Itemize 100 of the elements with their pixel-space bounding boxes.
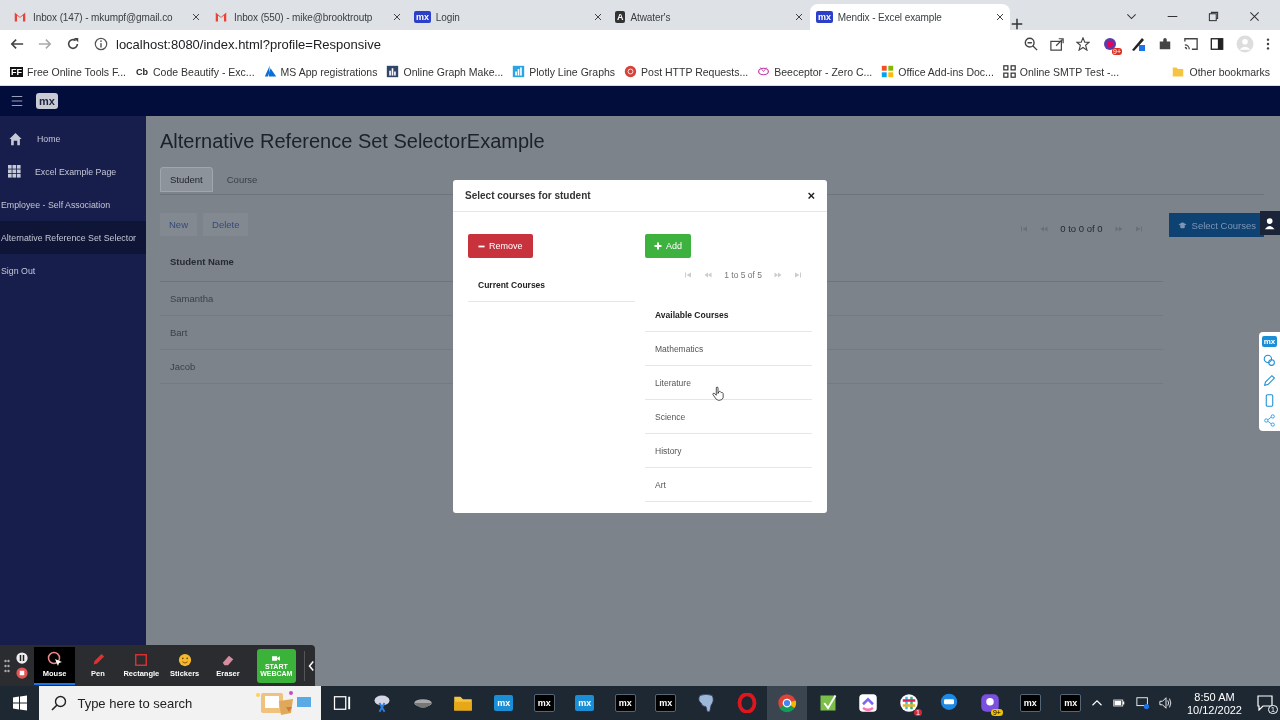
eraser-icon (220, 653, 235, 667)
taskbar-app[interactable]: mx (564, 686, 605, 720)
reload-icon[interactable] (66, 37, 80, 51)
pencil-icon[interactable] (1263, 374, 1276, 387)
close-icon[interactable] (393, 13, 401, 21)
stop-icon[interactable] (16, 667, 28, 679)
back-icon[interactable] (10, 37, 24, 51)
pen-extension-icon[interactable] (1130, 36, 1146, 52)
new-tab-icon[interactable] (1011, 18, 1023, 30)
page-tab[interactable]: Student (160, 167, 213, 192)
taskbar-app[interactable] (766, 686, 808, 720)
close-icon[interactable] (594, 13, 602, 21)
drag-handle-icon[interactable] (4, 658, 10, 673)
bookmark[interactable]: MS App registrations (263, 65, 378, 78)
battery-icon[interactable] (1110, 697, 1127, 709)
list-item[interactable]: Mathematics (645, 332, 812, 366)
first-page-icon (684, 271, 693, 279)
close-icon[interactable] (1249, 10, 1260, 22)
list-item[interactable]: History (645, 434, 812, 468)
bookmark[interactable]: Post HTTP Requests... (624, 65, 749, 78)
app-logo: mx (1019, 694, 1041, 712)
list-item[interactable]: Science (645, 400, 812, 434)
chat-icon[interactable] (1263, 354, 1276, 367)
last-page-icon (794, 271, 802, 279)
plus-icon (654, 242, 662, 250)
bookmark[interactable]: Online Graph Make... (386, 65, 504, 78)
app-icon (979, 693, 1000, 713)
address-bar[interactable]: localhost:8080/index.html?profile=Responsive (116, 36, 381, 52)
browser-tab[interactable]: mx Login (408, 4, 608, 30)
side-panel-icon[interactable] (1210, 37, 1224, 51)
puzzle-icon[interactable] (1158, 37, 1172, 51)
close-icon[interactable] (192, 13, 200, 21)
sidebar-item[interactable]: Employee - Self Association (0, 188, 146, 221)
close-icon[interactable] (996, 13, 1004, 21)
app-logo: mx (1060, 694, 1082, 712)
bookmark[interactable]: Online SMTP Test -... (1002, 65, 1120, 78)
pause-icon[interactable] (16, 652, 28, 664)
sidebar-item[interactable]: Alternative Reference Set Selector (0, 221, 146, 254)
taskbar-app[interactable]: mx (1009, 686, 1051, 720)
network-icon[interactable] (1134, 696, 1151, 710)
mail-icon (213, 11, 229, 23)
taskbar-app[interactable]: mx (1050, 686, 1091, 720)
bookmark[interactable]: Cb Code Beautify - Exc... (135, 65, 255, 78)
taskbar-app[interactable]: mx (523, 686, 565, 720)
volume-icon[interactable] (1158, 696, 1173, 710)
search-icon (51, 695, 68, 711)
task-view-icon (331, 693, 352, 713)
home-icon (8, 131, 23, 146)
phone-icon[interactable] (1263, 394, 1276, 407)
app-logo: mx (494, 695, 514, 711)
user-icon[interactable] (1263, 216, 1277, 230)
pen-icon (91, 653, 105, 667)
taskbar-app[interactable]: mx (604, 686, 646, 720)
close-icon[interactable] (795, 13, 803, 21)
star-icon[interactable] (1076, 37, 1090, 51)
list-item[interactable]: Art (645, 468, 812, 502)
app-logo: mx (575, 695, 595, 711)
sidebar-item[interactable]: Sign Out (0, 254, 146, 287)
remove-button[interactable]: Remove (468, 234, 533, 258)
search-field[interactable]: Type here to search (39, 686, 322, 720)
sidebar-item[interactable]: Excel Example Page (0, 155, 146, 188)
mail-icon (12, 11, 28, 23)
share-icon[interactable] (1050, 37, 1064, 51)
globe-icon (624, 65, 638, 78)
browser-tab[interactable]: mx Mendix - Excel example (810, 4, 1010, 30)
bookmark[interactable]: Office Add-ins Doc... (881, 65, 994, 78)
app-logo: mx (614, 694, 636, 712)
clock-time[interactable]: 8:50 AM (1194, 690, 1235, 703)
chat-bubble-icon (939, 693, 960, 713)
bookmark[interactable]: FF Free Online Tools F... (10, 65, 127, 78)
close-button[interactable]: × (807, 188, 815, 203)
zoom-icon[interactable] (1024, 37, 1038, 51)
more-icon[interactable] (1266, 37, 1270, 51)
pager-text: 0 to 0 of 0 (1060, 223, 1103, 234)
browser-tab[interactable]: Inbox (550) - mike@brooktroutp (207, 4, 407, 30)
smiley-icon (177, 653, 192, 667)
triangle-icon (263, 65, 277, 78)
browser-tab[interactable]: Inbox (147) - mkumpf@gmail.co (6, 4, 206, 30)
bookmark-favicon: FF (10, 66, 23, 77)
collapse-icon[interactable] (307, 659, 315, 672)
column-header: Available Courses (645, 310, 812, 332)
restore-icon[interactable] (1208, 10, 1219, 22)
grid-icon (8, 165, 21, 178)
chevron-logo-icon (858, 693, 879, 713)
other-bookmarks[interactable]: Other bookmarks (1171, 65, 1270, 78)
taskbar-app[interactable]: mx (483, 686, 524, 720)
notification-icon[interactable] (1256, 695, 1274, 711)
browser-tab[interactable]: A Atwater's (609, 4, 809, 30)
sidebar-item[interactable]: Home (0, 122, 146, 155)
start-icon[interactable] (11, 695, 28, 711)
taskbar-app[interactable]: mx (645, 686, 686, 720)
hand-cursor-icon (712, 386, 724, 401)
clock-date[interactable]: 10/12/2022 (1186, 703, 1242, 716)
menu-icon[interactable] (10, 95, 24, 107)
app-logo[interactable]: mx (1261, 336, 1278, 347)
bar-chart-icon (386, 65, 400, 78)
cast-icon[interactable] (1184, 37, 1198, 51)
app-logo: mx (533, 694, 555, 712)
bookmark[interactable]: Beeceptor - Zero C... (757, 65, 873, 78)
bookmark[interactable]: Plotly Line Graphs (512, 65, 616, 78)
